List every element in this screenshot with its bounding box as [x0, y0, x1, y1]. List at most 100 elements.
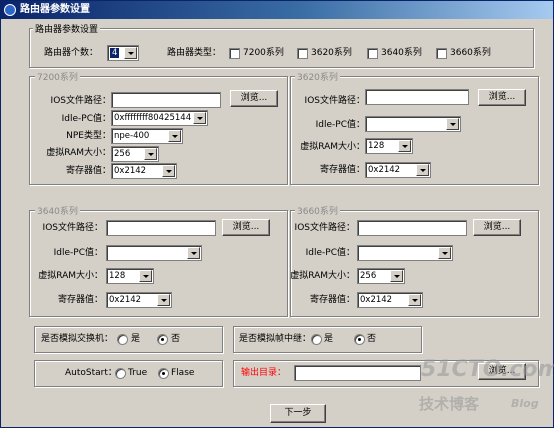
idle-pc-label-3620: Idle-PC值：: [315, 120, 365, 130]
watermark-site: 51CTO.com: [421, 357, 554, 382]
chevron-down-icon: [438, 247, 451, 259]
chevron-down-icon: [390, 270, 403, 282]
autostart-label: AutoStart：: [65, 368, 117, 378]
npe-label-7200: NPE类型：: [66, 131, 111, 141]
register-select-3660[interactable]: 0x2142: [357, 292, 423, 308]
chevron-down-icon: [124, 47, 137, 59]
browse-button-3660[interactable]: 浏览...: [473, 219, 521, 236]
idle-pc-select-3660[interactable]: [357, 245, 453, 261]
idle-pc-label-3640: Idle-PC值：: [53, 248, 103, 258]
idle-pc-label-7200: Idle-PC值：: [61, 114, 111, 124]
switch-sim-no-label: 否: [171, 334, 181, 344]
ram-value-3660: 256: [360, 271, 377, 281]
register-value-7200: 0x2142: [114, 166, 147, 176]
idle-pc-value-7200: 0xffffffff80425144: [114, 113, 192, 123]
ios-path-input-7200[interactable]: [111, 92, 221, 108]
ios-path-label-3660: IOS文件路径：: [294, 223, 355, 233]
register-label-7200: 寄存器值：: [65, 166, 111, 176]
router-count-value: 4: [110, 48, 120, 58]
ios-path-input-3660[interactable]: [357, 220, 467, 236]
browse-button-3640[interactable]: 浏览...: [222, 219, 270, 236]
chevron-down-icon: [162, 165, 175, 177]
panel-3620-legend: 3620系列: [295, 70, 340, 83]
idle-pc-select-3640[interactable]: [106, 245, 202, 261]
ram-select-3640[interactable]: 128: [106, 268, 154, 284]
autostart-true-label: True: [128, 368, 148, 378]
chevron-down-icon: [157, 294, 170, 306]
ios-path-input-3640[interactable]: [106, 220, 216, 236]
switch-sim-no-radio[interactable]: [157, 334, 168, 345]
autostart-false-label: Flase: [171, 368, 195, 378]
register-label-3620: 寄存器值：: [319, 165, 365, 175]
chevron-down-icon: [144, 148, 157, 160]
router-settings-window: 路由器参数设置 路由器参数设置 路由器个数： 4 路由器类型： 7200系列 3…: [0, 0, 554, 428]
idle-pc-select-7200[interactable]: 0xffffffff80425144: [111, 110, 208, 126]
chevron-down-icon: [168, 130, 181, 142]
chevron-down-icon: [187, 247, 200, 259]
panel-3660-legend: 3660系列: [295, 204, 340, 217]
panel-7200-legend: 7200系列: [35, 70, 80, 83]
panel-3640-legend: 3640系列: [35, 204, 80, 217]
framerelay-sim-yes-label: 是: [324, 334, 334, 344]
output-dir-input[interactable]: [294, 365, 421, 381]
chevron-down-icon: [398, 140, 411, 152]
framerelay-sim-label: 是否模拟帧中继：: [239, 334, 312, 344]
checkbox-3660[interactable]: [436, 48, 447, 59]
chevron-down-icon: [408, 294, 421, 306]
ram-value-7200: 256: [114, 149, 131, 159]
autostart-false-radio[interactable]: [158, 368, 169, 379]
checkbox-3640-label: 3640系列: [381, 48, 422, 58]
output-dir-label: 输出目录：: [241, 368, 287, 378]
ram-label-3660: 虚拟RAM大小：: [290, 271, 355, 281]
ram-select-3620[interactable]: 128: [365, 138, 413, 154]
framerelay-sim-no-label: 否: [367, 334, 377, 344]
register-value-3660: 0x2142: [360, 295, 393, 305]
ram-select-3660[interactable]: 256: [357, 268, 405, 284]
switch-sim-yes-radio[interactable]: [117, 334, 128, 345]
watermark-title: 技术博客: [419, 395, 480, 413]
npe-value-7200: npe-400: [114, 131, 150, 141]
ram-label-3620: 虚拟RAM大小：: [300, 142, 365, 152]
framerelay-sim-yes-radio[interactable]: [311, 334, 322, 345]
checkbox-7200[interactable]: [229, 48, 240, 59]
framerelay-sim-no-radio[interactable]: [354, 334, 365, 345]
ram-value-3620: 128: [368, 141, 385, 151]
checkbox-3620-label: 3620系列: [311, 48, 352, 58]
app-icon: [4, 4, 16, 16]
browse-button-3620[interactable]: 浏览...: [478, 89, 526, 106]
register-label-3640: 寄存器值：: [57, 295, 103, 305]
switch-sim-label: 是否模拟交换机：: [41, 334, 114, 344]
chevron-down-icon: [193, 112, 206, 124]
next-button[interactable]: 下一步: [270, 404, 326, 423]
ios-path-input-3620[interactable]: [365, 89, 469, 105]
window-title: 路由器参数设置: [20, 4, 90, 15]
router-count-label: 路由器个数：: [44, 48, 99, 58]
ram-select-7200[interactable]: 256: [111, 146, 159, 162]
checkbox-3640[interactable]: [367, 48, 378, 59]
register-select-3640[interactable]: 0x2142: [106, 292, 172, 308]
chevron-down-icon: [139, 270, 152, 282]
autostart-true-radio[interactable]: [115, 368, 126, 379]
switch-sim-yes-label: 是: [131, 334, 141, 344]
checkbox-7200-label: 7200系列: [243, 48, 284, 58]
ios-path-label-3620: IOS文件路径：: [304, 96, 365, 106]
chevron-down-icon: [416, 164, 429, 176]
idle-pc-label-3660: Idle-PC值：: [305, 248, 355, 258]
chevron-down-icon: [446, 118, 459, 130]
register-label-3660: 寄存器值：: [309, 295, 355, 305]
register-value-3620: 0x2142: [368, 165, 401, 175]
router-count-select[interactable]: 4: [107, 45, 139, 61]
checkbox-3620[interactable]: [297, 48, 308, 59]
register-select-3620[interactable]: 0x2142: [365, 162, 431, 178]
npe-select-7200[interactable]: npe-400: [111, 128, 183, 144]
register-value-3640: 0x2142: [109, 295, 142, 305]
ram-label-7200: 虚拟RAM大小：: [46, 148, 111, 158]
ram-value-3640: 128: [109, 271, 126, 281]
register-select-7200[interactable]: 0x2142: [111, 163, 177, 179]
watermark-blog: Blog: [511, 397, 539, 410]
idle-pc-select-3620[interactable]: [365, 116, 461, 132]
checkbox-3660-label: 3660系列: [450, 48, 491, 58]
title-bar[interactable]: 路由器参数设置: [1, 1, 553, 19]
browse-button-7200[interactable]: 浏览...: [230, 90, 278, 107]
main-group-legend: 路由器参数设置: [33, 22, 101, 35]
